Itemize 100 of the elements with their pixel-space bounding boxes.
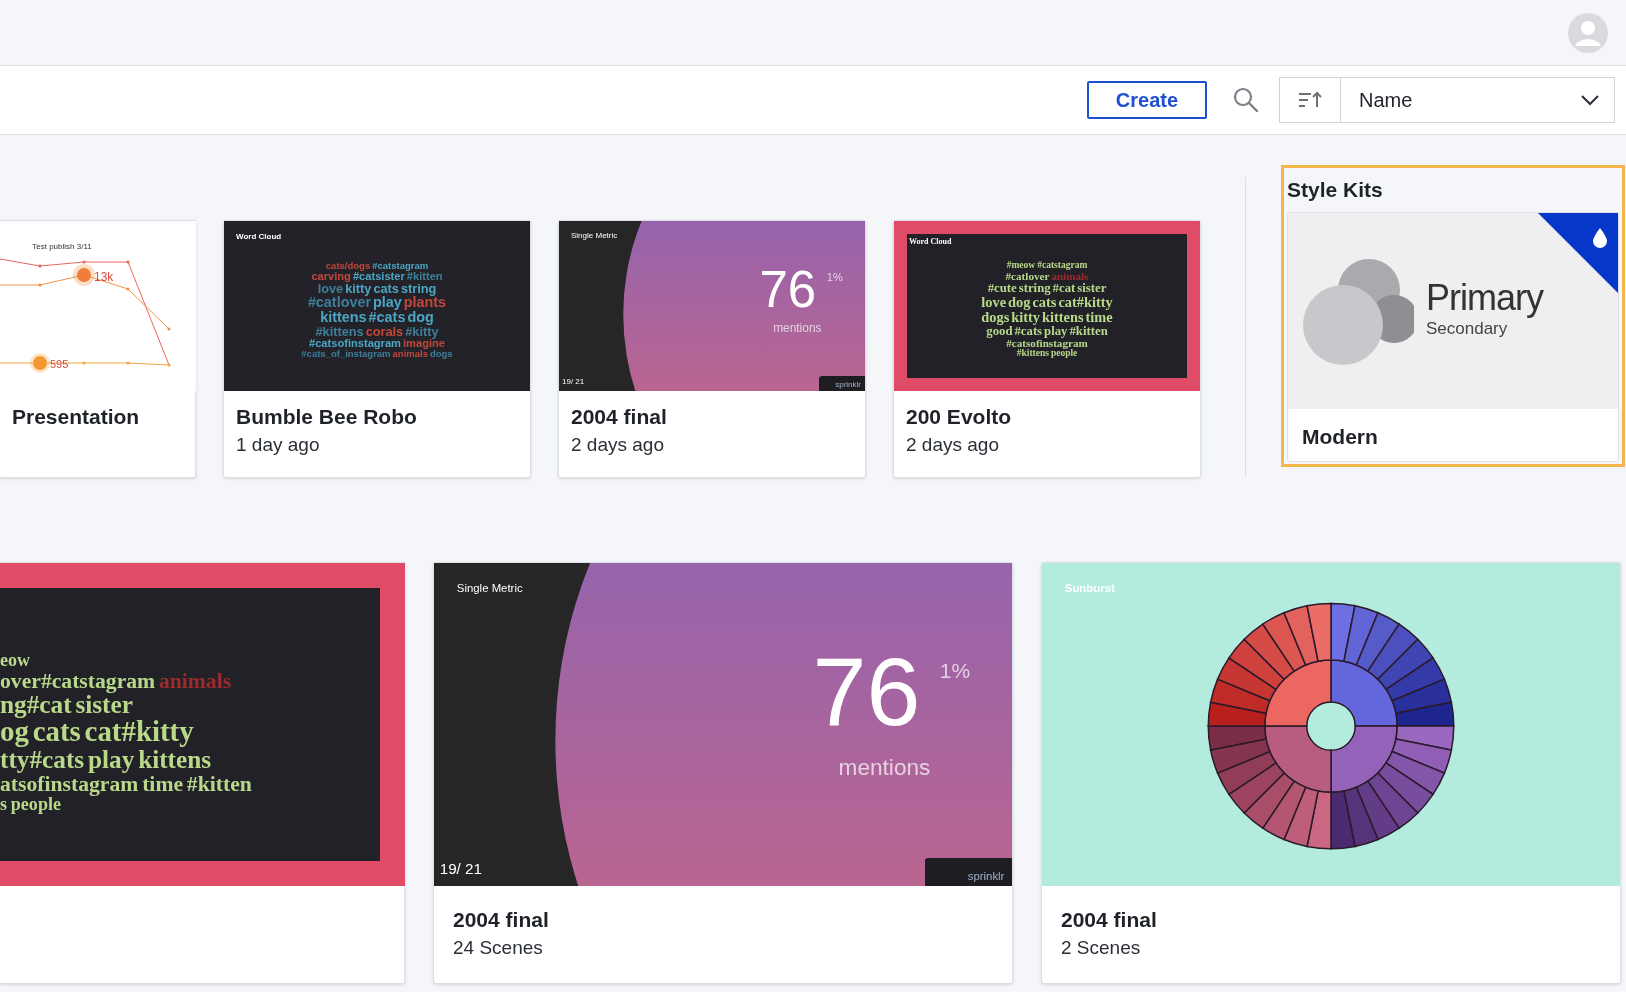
search-icon[interactable] (1233, 87, 1259, 113)
cloud-word: play (373, 295, 402, 310)
cloud-word: people (1050, 349, 1078, 359)
cloud-word: #cats_of_instagram (301, 349, 391, 359)
cloud-word: #cats (1014, 324, 1043, 338)
slide-heading: Word Cloud (236, 231, 282, 243)
cloud-word: kittens (320, 310, 367, 325)
project-card[interactable]: Single Metric 76 1% mentions 19/ 21 sprinklr 2004 final 2 days ago (558, 220, 866, 478)
metric-unit: mentions (773, 323, 822, 335)
data-point (38, 264, 42, 268)
cloud-word: time (1085, 310, 1113, 325)
page-counter: 19/ 21 (562, 378, 585, 386)
page-counter: 19/ 21 (439, 861, 482, 877)
cloud-word: #kitten (1069, 324, 1108, 338)
primary-font-sample: Primary (1426, 277, 1543, 319)
chart-title: Test publish 3/11 (32, 242, 92, 251)
project-card[interactable]: Test publish 3/11 13k 595 Presentation (0, 220, 196, 478)
cloud-word: love (317, 282, 344, 296)
cloud-word: string (1018, 282, 1051, 296)
cloud-word: people (10, 794, 61, 814)
project-card[interactable]: Single Metric 76 1% mentions 19/ 21 sprinklr 2004 final 24 Scenes (433, 562, 1013, 984)
cloud-word: #kitten (406, 271, 443, 283)
cloud-word: dogs (981, 310, 1010, 325)
cloud-word: atsofinstagram (0, 772, 139, 795)
project-card[interactable]: eow over#catstagram animals ng#catsister ogcatscat#kitty tty#catsplaykittens atsofinstagram time #kitten s people (0, 562, 405, 984)
cloud-word: kitty (345, 282, 372, 296)
cloud-word: kittens (138, 746, 212, 773)
cloud-word: cat#kitty (1058, 295, 1113, 310)
slide-heading: Single Metric (571, 230, 618, 242)
cloud-word: cats (373, 282, 399, 296)
cloud-word: #cute (987, 282, 1017, 296)
logo-text: sprinklr (835, 381, 861, 389)
cloud-word: corals (365, 324, 404, 338)
data-point (126, 287, 130, 291)
data-point (126, 361, 130, 365)
cloud-word: dogs (429, 349, 453, 359)
project-card[interactable] (223, 220, 531, 478)
data-point (126, 260, 130, 264)
cloud-word: cats/dogs (325, 261, 371, 271)
callout-label: 595 (50, 358, 69, 370)
cloud-word: dog (407, 310, 434, 325)
secondary-font-sample: Secondary (1426, 319, 1509, 339)
card-title: 200 Evolto (906, 404, 1012, 430)
callout-label: 13k (94, 270, 114, 284)
cloud-word: og (0, 717, 29, 747)
metric-change: 1% (826, 272, 843, 284)
cloud-word: sister (1077, 282, 1107, 296)
logo-text: sprinklr (967, 870, 1005, 883)
data-point (167, 363, 171, 367)
cloud-word: tty#cats (0, 746, 85, 773)
data-point (82, 260, 86, 264)
data-point (38, 283, 42, 287)
highlighted-point (73, 264, 95, 286)
data-point (82, 361, 86, 365)
metric-change: 1% (939, 659, 971, 681)
cloud-word: s (0, 794, 8, 814)
cloud-word: plants (403, 295, 447, 310)
cloud-word: #catstagram (1037, 261, 1088, 271)
data-point (167, 327, 171, 331)
sort-icon (1297, 90, 1323, 110)
card-title: Presentation (12, 404, 140, 430)
cloud-word: #kitten (186, 772, 252, 795)
style-kit-card[interactable]: Primary Secondary Modern (1287, 212, 1619, 462)
cloud-word: kitty (1011, 310, 1040, 325)
cloud-word: #catlover (1005, 271, 1050, 283)
cloud-word: carving (311, 271, 351, 283)
metric-value: 76 (812, 643, 921, 741)
card-title: Bumble Bee Robo (236, 404, 417, 430)
project-card[interactable]: Word Cloud #meow #catstagram #catlover animals #cutestring#catsister lovedogcats cat#kitty dogskittykittenstime good#catsplay#kitten #catsofinstagram #kittens people 200 Evolto 2 days ago (893, 220, 1201, 478)
cloud-word: cats (1032, 295, 1057, 310)
cloud-word: #cat (1052, 282, 1076, 296)
card-subtitle: 2 days ago (571, 433, 664, 457)
chevron-down-icon (1580, 94, 1600, 106)
cloud-word: cat#kitty (84, 717, 194, 747)
card-subtitle: 1 day ago (236, 433, 320, 457)
cloud-word: eow (0, 651, 31, 670)
drop-icon (1592, 227, 1608, 249)
slide-heading: Word Cloud (909, 236, 952, 248)
cloud-word: #catlover (307, 295, 371, 310)
cloud-word: #kittens (315, 324, 364, 338)
cloud-word: cats (32, 717, 81, 747)
cloud-word: #meow (1006, 261, 1036, 271)
cloud-word: play (1044, 324, 1068, 338)
cloud-word: ng#cat (0, 691, 72, 718)
cloud-word: play (88, 746, 135, 773)
card-subtitle: 2 days ago (906, 433, 999, 457)
slide-heading: Single Metric (456, 581, 523, 597)
slide-heading: Sunburst (1064, 581, 1115, 597)
metric-unit: mentions (838, 756, 931, 780)
style-kit-panel[interactable]: Style Kits Primary Secondary Modern (1281, 165, 1625, 467)
cloud-word: animals (1051, 271, 1089, 283)
cloud-word: animals (158, 669, 232, 692)
cloud-word: #kitty (405, 324, 439, 338)
cloud-word: over#catstagram (0, 669, 156, 692)
cloud-word: time (142, 772, 184, 795)
metric-value: 76 (759, 263, 817, 315)
style-kit-name: Modern (1301, 424, 1379, 450)
project-card[interactable]: Sunburst 2004 final 2 Scenes (1041, 562, 1621, 984)
cloud-word: dog (1008, 295, 1031, 310)
create-button[interactable]: Create (1087, 81, 1207, 119)
